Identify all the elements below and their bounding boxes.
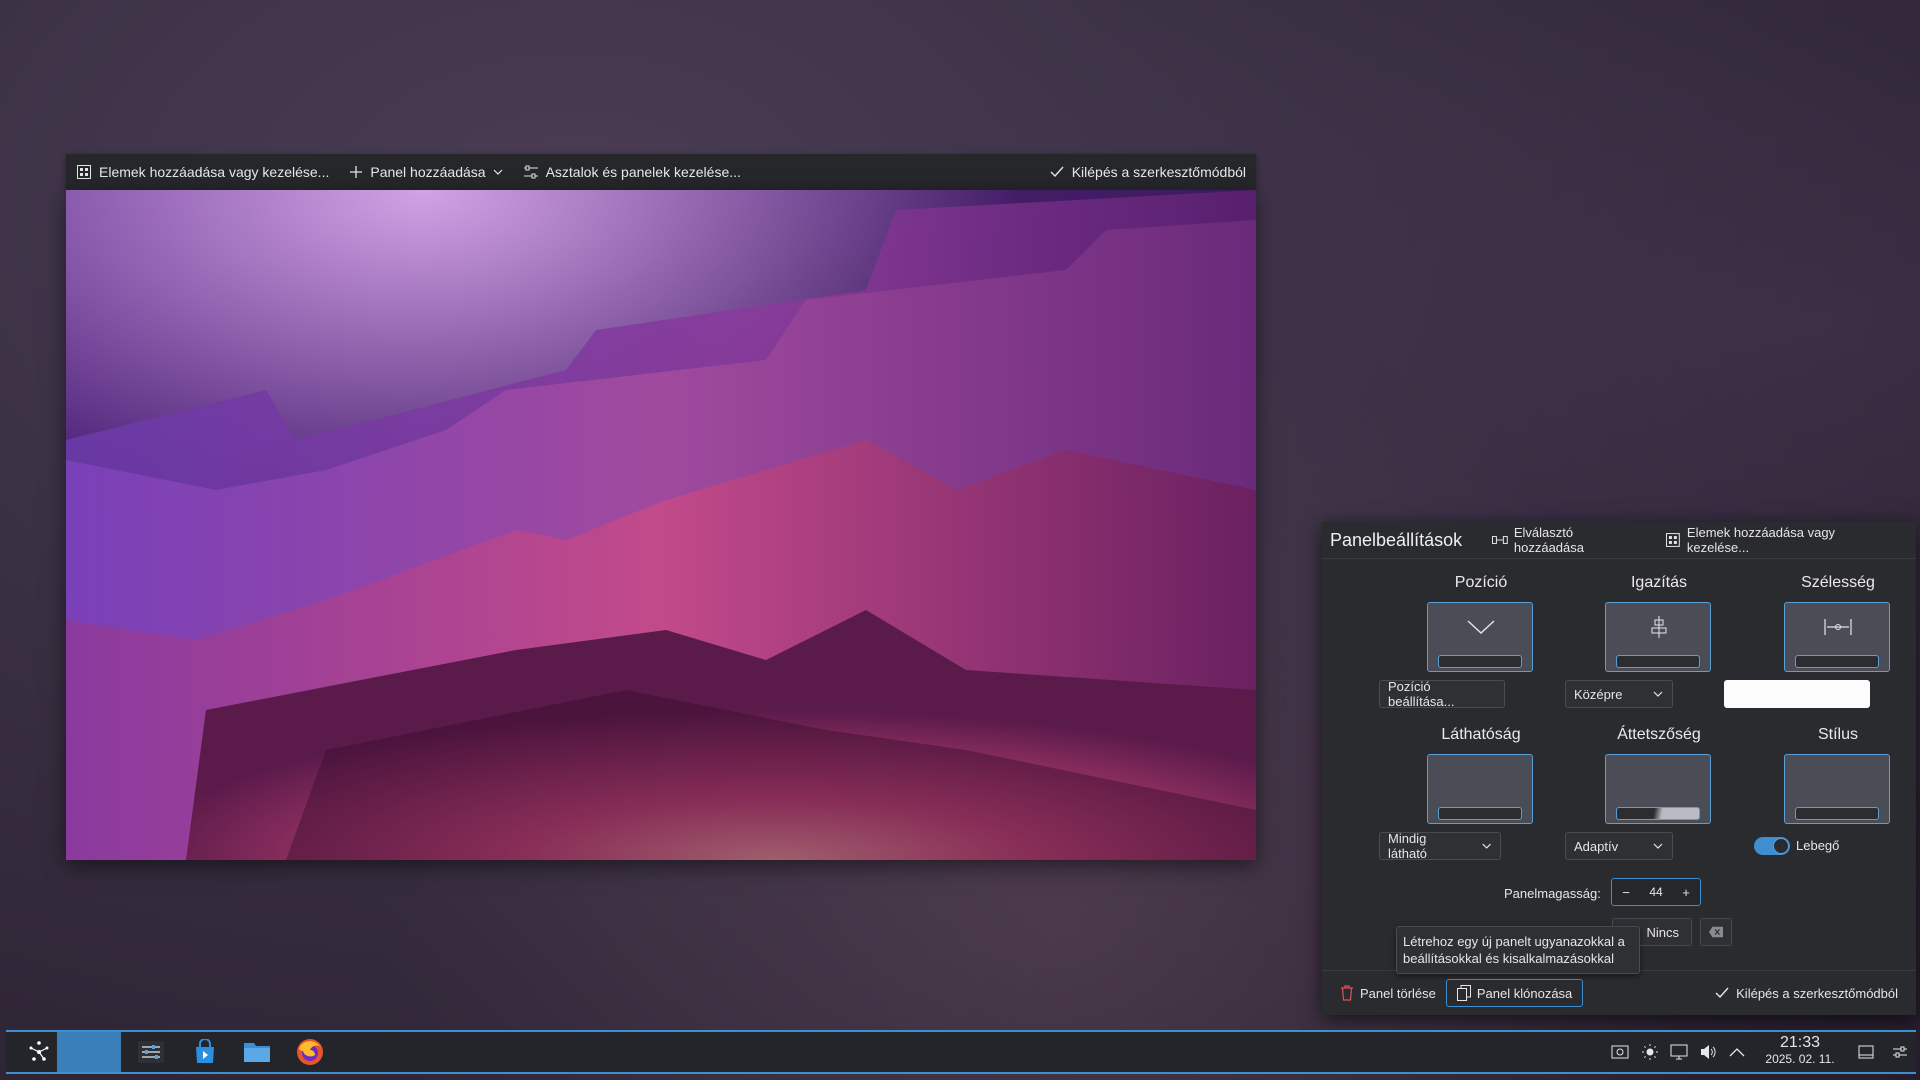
spacer-icon [1492,536,1508,544]
desktop-wallpaper-preview [66,190,1256,860]
manage-desktops-label: Asztalok és panelek kezelése... [545,164,741,180]
alignment-preview[interactable] [1605,602,1711,672]
position-preview[interactable] [1427,602,1533,672]
manage-desktops-button[interactable]: Asztalok és panelek kezelése... [513,154,751,190]
checkmark-icon [1050,166,1064,178]
add-panel-button[interactable]: Panel hozzáadása [339,154,512,190]
add-spacer-button[interactable]: Elválasztó hozzáadása [1482,522,1655,558]
shortcut-value: Nincs [1646,924,1679,940]
app-launcher-icon[interactable] [18,1032,60,1072]
panel-preview-bar [1795,807,1879,820]
active-window-task[interactable] [57,1032,121,1072]
copy-icon [1456,985,1471,1001]
width-preview[interactable] [1784,602,1890,672]
panel-height-label: Panelmagasság: [1504,886,1601,901]
alignment-label: Igazítás [1630,574,1688,591]
add-widgets-button-secondary[interactable]: Elemek hozzáadása vagy kezelése... [1655,522,1908,558]
style-preview[interactable] [1784,754,1890,824]
discover-icon[interactable] [184,1032,226,1072]
set-position-button[interactable]: Pozíció beállítása... [1379,679,1505,709]
visibility-label: Láthatóság [1441,726,1521,743]
add-widgets-label-secondary: Elemek hozzáadása vagy kezelése... [1686,525,1836,555]
visibility-preview[interactable] [1427,754,1533,824]
floating-label: Lebegő [1796,838,1840,853]
panel-preview-bar [1616,807,1700,820]
trash-icon [1341,985,1353,1001]
delete-panel-button[interactable]: Panel törlése [1330,979,1446,1007]
screenshot-icon[interactable] [1610,1042,1630,1062]
firefox-icon[interactable] [289,1032,331,1072]
exit-edit-label-secondary: Kilépés a szerkesztőmódból [1736,985,1898,1001]
floating-toggle[interactable] [1754,837,1790,855]
system-settings-icon[interactable] [130,1032,172,1072]
backspace-icon [1709,926,1723,938]
panel-settings-title: Panelbeállítások [1330,529,1463,550]
panel-preview-bar [1616,655,1700,668]
style-label: Stílus [1817,726,1858,743]
widgets-icon [1666,533,1680,547]
clone-panel-label: Panel klónozása [1476,985,1573,1001]
visibility-value: Mindig látható [1388,831,1428,861]
add-spacer-label: Elválasztó hozzáadása [1513,525,1584,555]
checkmark-icon [1715,987,1729,999]
chevron-down-icon [1653,691,1663,697]
panel-settings-header: Panelbeállítások Elválasztó hozzáadása E… [1322,522,1916,559]
plus-icon [350,166,363,178]
set-position-label: Pozíció beállítása... [1388,679,1455,709]
decrease-height-button[interactable]: − [1612,879,1640,905]
toggle-knob [1773,838,1789,854]
edit-mode-toolbar: Elemek hozzáadása vagy kezelése... Panel… [66,154,1256,190]
add-widgets-label: Elemek hozzáadása vagy kezelése... [99,164,330,180]
align-center-icon [1651,616,1667,638]
opacity-label: Áttetszőség [1617,726,1701,743]
chevron-down-icon [1481,843,1491,849]
opacity-dropdown[interactable]: Adaptív [1565,832,1673,860]
clock-date: 2025. 02. 11. [1765,1052,1835,1066]
opacity-value: Adaptív [1574,838,1619,854]
opacity-preview[interactable] [1605,754,1711,824]
file-manager-icon[interactable] [236,1032,278,1072]
panel-height-spinbox: − 44 + [1611,878,1701,906]
volume-icon[interactable] [1698,1042,1718,1062]
clock-time: 21:33 [1779,1034,1821,1051]
add-panel-label: Panel hozzáadása [370,164,486,180]
increase-height-button[interactable]: + [1672,879,1700,905]
digital-clock[interactable]: 21:33 2025. 02. 11. [1759,1034,1841,1068]
visibility-dropdown[interactable]: Mindig látható [1379,831,1501,861]
panel-preview-bar [1438,655,1522,668]
alignment-dropdown[interactable]: Középre [1565,680,1673,708]
width-icon [1824,619,1852,635]
chevron-down-icon [493,169,502,175]
chevron-down-icon [1653,843,1663,849]
chevron-down-icon [1467,620,1495,634]
clone-panel-tooltip: Létrehoz egy új panelt ugyanazokkal a be… [1396,926,1640,974]
delete-panel-label: Panel törlése [1360,985,1436,1001]
width-label: Szélesség [1801,574,1875,591]
panel-preview-bar [1438,807,1522,820]
display-icon[interactable] [1669,1042,1689,1062]
brightness-icon[interactable] [1640,1042,1660,1062]
clone-panel-button[interactable]: Panel klónozása [1445,979,1584,1007]
exit-edit-mode-button[interactable]: Kilépés a szerkesztőmódból [1039,154,1256,190]
panel-settings-footer: Panel törlése Panel klónozása Kilépés a … [1322,970,1916,1015]
panel-settings-icon[interactable] [1890,1042,1910,1062]
expand-tray-icon[interactable] [1727,1042,1747,1062]
width-field[interactable] [1724,680,1870,708]
taskbar-panel: 21:33 2025. 02. 11. [6,1030,1916,1074]
alignment-value: Középre [1574,686,1623,702]
clear-shortcut-button[interactable] [1700,918,1732,946]
position-label: Pozíció [1454,574,1508,591]
widgets-icon [77,165,91,179]
add-widgets-button[interactable]: Elemek hozzáadása vagy kezelése... [66,154,339,190]
show-desktop-icon[interactable] [1856,1042,1876,1062]
panel-height-value[interactable]: 44 [1640,879,1672,905]
exit-edit-mode-button-secondary[interactable]: Kilépés a szerkesztőmódból [1704,979,1908,1007]
exit-edit-label: Kilépés a szerkesztőmódból [1071,164,1246,180]
sliders-icon [523,165,538,179]
panel-preview-bar [1795,655,1879,668]
